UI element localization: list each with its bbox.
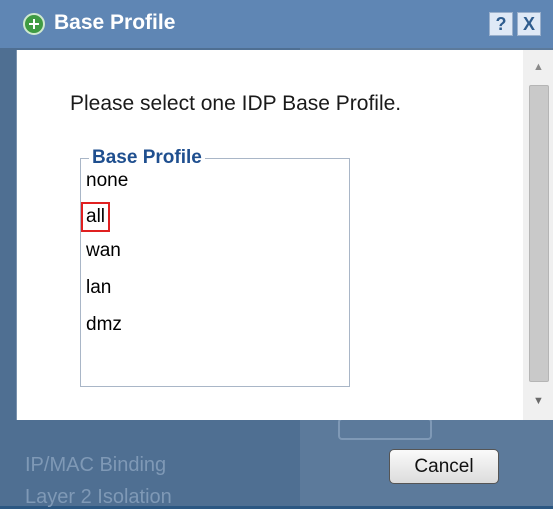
dialog-title: Base Profile [54,11,176,34]
help-button[interactable]: ? [489,12,513,36]
scroll-up-arrow-icon[interactable]: ▲ [523,56,553,78]
dialog-content: Please select one IDP Base Profile. Base… [16,50,553,420]
scroll-thumb[interactable] [529,85,549,382]
close-button[interactable]: X [517,12,541,36]
profile-item-all[interactable]: all [81,202,111,232]
base-profile-dialog: Base Profile ? X Please select one IDP B… [0,0,553,506]
profile-item-dmz[interactable]: dmz [83,312,125,338]
scroll-down-arrow-icon[interactable]: ▼ [523,390,553,412]
fieldset-legend: Base Profile [92,147,202,168]
vertical-scrollbar[interactable]: ▲ ▼ [523,50,553,420]
profile-item-wan[interactable]: wan [83,238,124,264]
profile-item-none[interactable]: none [83,168,131,194]
profile-item-lan[interactable]: lan [83,275,114,301]
cancel-button[interactable]: Cancel [389,449,499,484]
add-icon [23,13,45,35]
prompt-text: Please select one IDP Base Profile. [70,92,402,115]
dialog-titlebar: Base Profile ? X [0,0,553,48]
